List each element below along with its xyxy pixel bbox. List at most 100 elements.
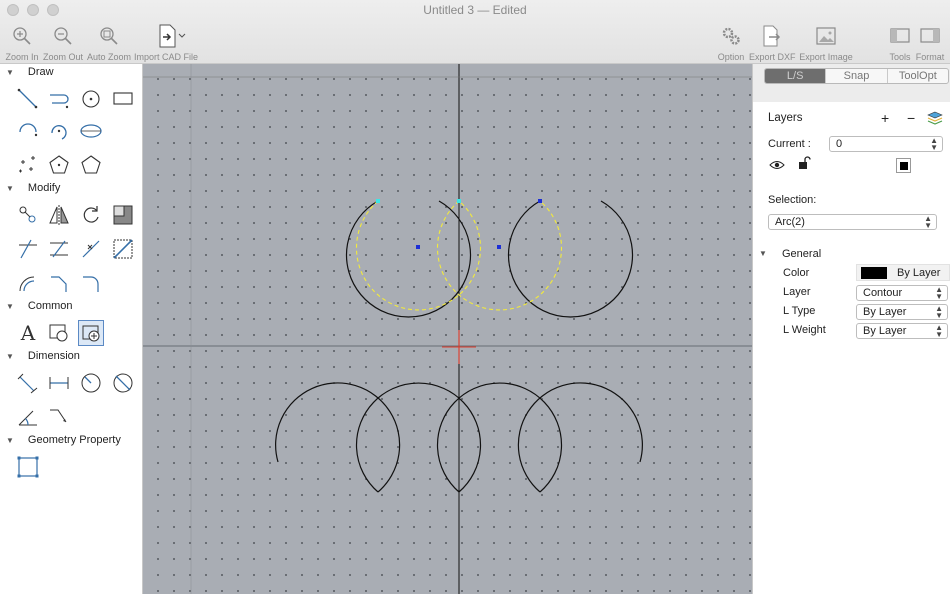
color-prop-field[interactable]: By Layer bbox=[856, 264, 950, 281]
break-tool[interactable] bbox=[78, 236, 104, 262]
chamfer-tool[interactable] bbox=[46, 270, 72, 296]
extend-tool[interactable] bbox=[46, 236, 72, 262]
geometry-property-tool[interactable] bbox=[15, 454, 41, 480]
stepper-arrows-icon: ▲ ▼ bbox=[935, 323, 943, 339]
tab-snap[interactable]: Snap bbox=[826, 69, 888, 83]
arc-lower-3[interactable] bbox=[436, 382, 563, 493]
offset-tool[interactable] bbox=[15, 270, 41, 296]
geometry-property-section-header[interactable]: ▼ Geometry Property bbox=[6, 434, 121, 446]
center-grip-handle[interactable] bbox=[416, 245, 420, 249]
format-button[interactable]: Format bbox=[914, 24, 946, 62]
option-button[interactable]: Option bbox=[714, 24, 748, 62]
block-icon bbox=[49, 324, 68, 342]
arc-center-tool[interactable] bbox=[46, 118, 72, 144]
layer-color-button[interactable] bbox=[896, 158, 911, 173]
polygon-center-tool[interactable] bbox=[46, 152, 72, 178]
current-layer-select[interactable]: 0 ▲ ▼ bbox=[829, 136, 943, 152]
color-prop-label: Color bbox=[783, 267, 810, 279]
pentagon-center-icon bbox=[49, 155, 69, 174]
fillet-tool[interactable] bbox=[78, 270, 104, 296]
insert-block-tool[interactable] bbox=[78, 320, 104, 346]
arc-tool[interactable] bbox=[15, 118, 41, 144]
unlock-icon bbox=[799, 156, 811, 169]
mirror-tool[interactable] bbox=[46, 202, 72, 228]
arc-lower-4[interactable] bbox=[517, 382, 643, 493]
zoom-in-button[interactable]: Zoom In bbox=[4, 24, 40, 62]
lock-toggle[interactable] bbox=[797, 156, 811, 173]
zoom-out-button[interactable]: Zoom Out bbox=[42, 24, 84, 62]
layers-stack-button[interactable] bbox=[927, 111, 943, 128]
stepper-arrows-icon: ▲ ▼ bbox=[930, 136, 938, 152]
aligned-dimension-icon bbox=[17, 373, 38, 394]
ellipse-tool[interactable] bbox=[78, 118, 104, 144]
lweight-prop-select[interactable]: By Layer ▲ ▼ bbox=[856, 323, 948, 339]
disclosure-triangle-icon: ▼ bbox=[6, 351, 14, 361]
selected-arc-2[interactable] bbox=[436, 200, 563, 311]
fillet-icon bbox=[83, 276, 99, 292]
disclosure-triangle-icon: ▼ bbox=[6, 67, 14, 77]
stretch-tool[interactable] bbox=[110, 236, 136, 262]
add-layer-button[interactable]: + bbox=[881, 110, 889, 126]
stepper-arrows-icon: ▲ ▼ bbox=[935, 304, 943, 320]
remove-layer-button[interactable]: − bbox=[907, 110, 915, 126]
radius-dimension-tool[interactable] bbox=[78, 370, 104, 396]
move-icon bbox=[19, 206, 36, 223]
export-dxf-button[interactable]: Export DXF bbox=[749, 24, 796, 62]
trim-tool[interactable] bbox=[15, 236, 41, 262]
tools-button[interactable]: Tools bbox=[885, 24, 915, 62]
lweight-prop-label: L Weight bbox=[783, 324, 826, 336]
auto-zoom-button[interactable]: Auto Zoom bbox=[86, 24, 132, 62]
drawing-canvas[interactable] bbox=[143, 64, 752, 594]
selection-select[interactable]: Arc(2) ▲ ▼ bbox=[768, 214, 937, 230]
arc-upper-right[interactable] bbox=[507, 200, 634, 318]
ltype-prop-select[interactable]: By Layer ▲ ▼ bbox=[856, 304, 948, 320]
grip-handle[interactable] bbox=[376, 199, 380, 203]
layers-stack-icon bbox=[927, 111, 943, 125]
grip-handle[interactable] bbox=[457, 199, 461, 203]
arc-lower-2[interactable] bbox=[355, 382, 482, 493]
layer-prop-select[interactable]: Contour ▲ ▼ bbox=[856, 285, 948, 301]
common-section-header[interactable]: ▼ Common bbox=[6, 300, 73, 312]
aligned-dimension-tool[interactable] bbox=[15, 370, 41, 396]
center-grip-handle[interactable] bbox=[497, 245, 501, 249]
modify-section-header[interactable]: ▼ Modify bbox=[6, 182, 60, 194]
point-tool[interactable] bbox=[15, 152, 41, 178]
general-disclosure-icon[interactable]: ▼ bbox=[759, 249, 767, 258]
visibility-toggle[interactable] bbox=[769, 160, 785, 173]
bounding-box-icon bbox=[17, 456, 39, 478]
auto-zoom-icon bbox=[100, 27, 118, 45]
tab-ls[interactable]: L/S bbox=[765, 69, 827, 83]
angular-dimension-tool[interactable] bbox=[15, 404, 41, 430]
break-icon bbox=[82, 240, 100, 258]
leader-tool[interactable] bbox=[46, 404, 72, 430]
linear-dimension-tool[interactable] bbox=[46, 370, 72, 396]
import-cad-label: Import CAD File bbox=[134, 52, 199, 62]
diameter-dimension-tool[interactable] bbox=[110, 370, 136, 396]
scale-tool[interactable] bbox=[110, 202, 136, 228]
block-tool[interactable] bbox=[46, 320, 72, 346]
import-cad-button[interactable]: Import CAD File bbox=[134, 24, 198, 62]
line-tool[interactable] bbox=[15, 86, 41, 112]
circle-tool[interactable] bbox=[78, 86, 104, 112]
arc-lower-1[interactable] bbox=[275, 382, 401, 493]
dimension-section-header[interactable]: ▼ Dimension bbox=[6, 350, 80, 362]
rectangle-tool[interactable] bbox=[110, 86, 136, 112]
polygon-tool[interactable] bbox=[78, 152, 104, 178]
scale-icon bbox=[113, 205, 133, 225]
text-icon: A bbox=[20, 321, 36, 345]
export-image-button[interactable]: Export Image bbox=[798, 24, 854, 62]
current-layer-label: Current : bbox=[768, 138, 811, 150]
tab-toolopt[interactable]: ToolOpt bbox=[888, 69, 948, 83]
grip-handle[interactable] bbox=[538, 199, 542, 203]
selected-arc-1[interactable] bbox=[355, 200, 482, 311]
tool-palette: ▼ Draw ▼ Modify ▼ Common A ▼ Dimension ▼… bbox=[0, 64, 143, 594]
rotate-tool[interactable] bbox=[78, 202, 104, 228]
move-tool[interactable] bbox=[15, 202, 41, 228]
stepper-arrows-icon: ▲ ▼ bbox=[924, 214, 932, 230]
polyline-tool[interactable] bbox=[46, 86, 72, 112]
draw-section-header[interactable]: ▼ Draw bbox=[6, 66, 54, 78]
text-tool[interactable]: A bbox=[15, 320, 41, 346]
line-icon bbox=[17, 88, 38, 109]
general-section-label: General bbox=[782, 248, 822, 260]
disclosure-triangle-icon: ▼ bbox=[6, 183, 14, 193]
